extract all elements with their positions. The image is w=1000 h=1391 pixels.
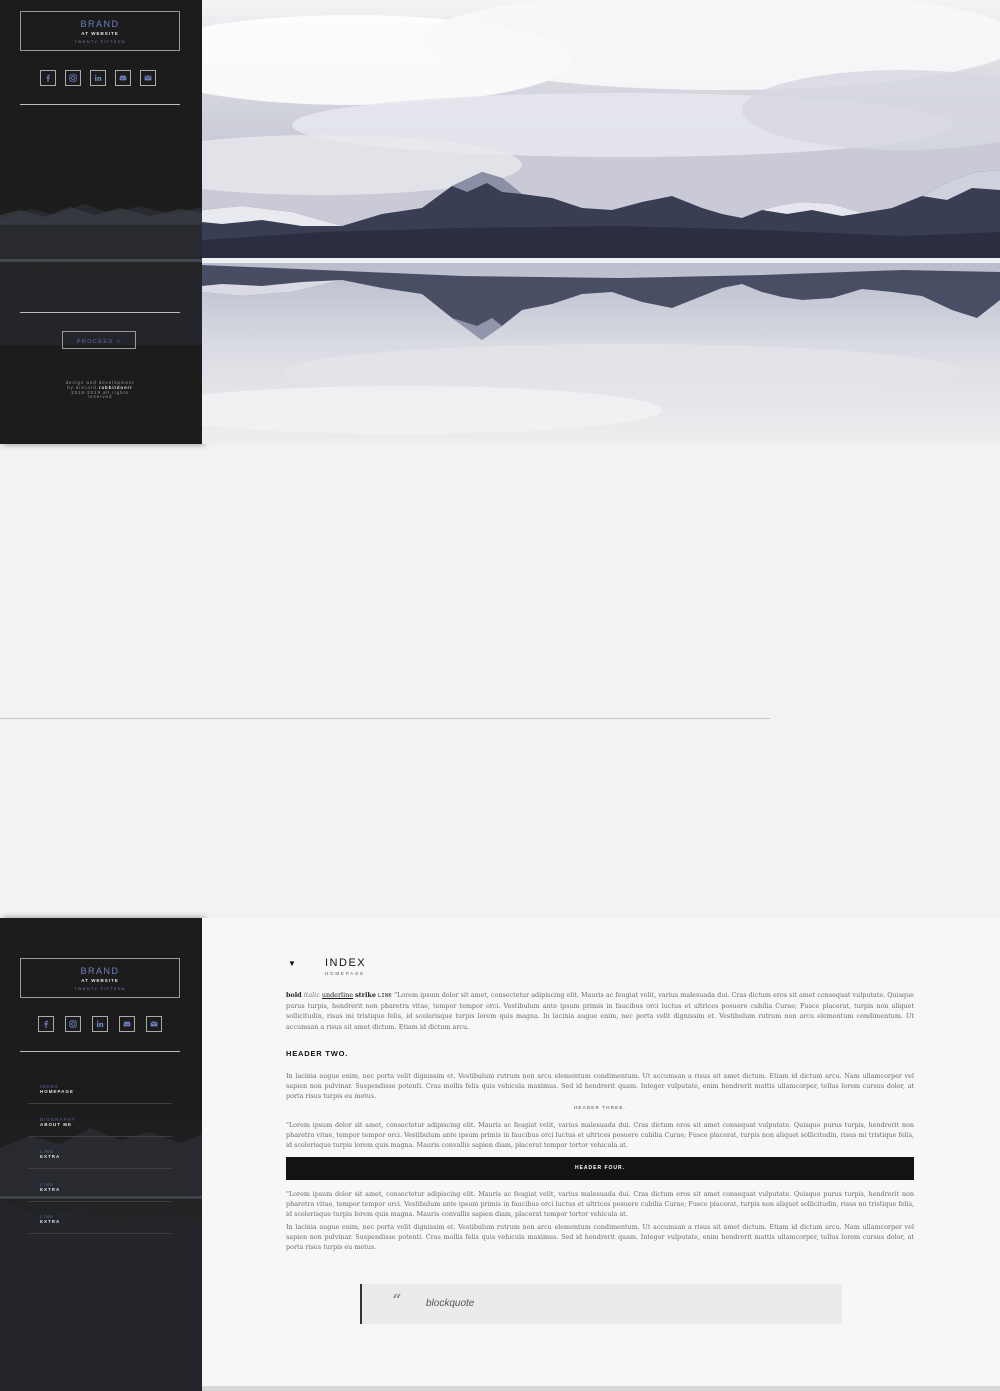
mail-icon[interactable] (140, 70, 156, 86)
linkedin-icon[interactable] (92, 1016, 108, 1032)
nav-item-sublabel: EXTRA (40, 1187, 61, 1192)
sidebar-landscape-image (0, 195, 202, 345)
blockquote: “ blockquote (360, 1284, 842, 1324)
blockquote-text: blockquote (426, 1298, 475, 1309)
brand-year: - TWENTY FIFTEEN - (69, 39, 131, 44)
instagram-icon[interactable] (65, 1016, 81, 1032)
page-subtitle: HOMEPAGE (325, 971, 366, 976)
intro-paragraph: bold italic underline strike LINK "Lorem… (286, 990, 914, 1032)
paragraph-three: "Lorem ipsum dolor sit amet, consectetur… (286, 1121, 914, 1150)
hero-sidebar: BRAND AT WEBSITE - TWENTY FIFTEEN - PROC… (0, 0, 202, 444)
facebook-icon[interactable] (38, 1016, 54, 1032)
divider-top (20, 104, 180, 105)
brand-box: BRAND AT WEBSITE - TWENTY FIFTEEN - (20, 11, 180, 51)
nav-item-link-3[interactable]: LINK EXTRA (28, 1201, 172, 1234)
bold-sample: bold (286, 991, 302, 999)
discord-icon[interactable] (115, 70, 131, 86)
linkedin-icon[interactable] (90, 70, 106, 86)
header-four: HEADER FOUR. (286, 1157, 914, 1180)
paragraph-five: In lacinia augue enim, nec porta velit d… (286, 1223, 914, 1252)
nav-item-index[interactable]: INDEX HOMEPAGE (28, 1071, 172, 1104)
header-two: HEADER TWO. (286, 1049, 349, 1058)
paragraph-two: In lacinia augue enim, nec porta velit d… (286, 1072, 914, 1101)
brand-subtitle: AT WEBSITE (81, 978, 119, 983)
hero-landscape-image (202, 0, 1000, 444)
main-content: ▼ INDEX HOMEPAGE bold italic underline s… (202, 918, 1000, 1391)
italic-sample: italic (303, 991, 320, 999)
brand-year: - TWENTY FIFTEEN - (69, 986, 131, 991)
nav-item-sublabel: ABOUT ME (40, 1122, 72, 1127)
strike-sample: strike (355, 991, 376, 999)
nav-item-sublabel: HOMEPAGE (40, 1089, 74, 1094)
page-title: INDEX (325, 957, 367, 969)
mail-icon[interactable] (146, 1016, 162, 1032)
instagram-icon[interactable] (65, 70, 81, 86)
nav-item-link-2[interactable]: LINK EXTRA (28, 1169, 172, 1202)
nav-item-sublabel: EXTRA (40, 1219, 61, 1224)
quote-mark-icon: “ (392, 1291, 402, 1312)
brand-box: BRAND AT WEBSITE - TWENTY FIFTEEN - (20, 958, 180, 998)
collapse-arrow-icon[interactable]: ▼ (288, 959, 296, 968)
credits: design and development by discord rabbit… (30, 380, 170, 400)
section-divider (0, 718, 770, 719)
scroll-edge (202, 1386, 1000, 1391)
brand-title: BRAND (80, 966, 120, 976)
paragraph-four: "Lorem ipsum dolor sit amet, consectetur… (286, 1190, 914, 1219)
header-three: HEADER THREE. (573, 1105, 627, 1110)
brand-title: BRAND (80, 19, 120, 29)
link-sample[interactable]: LINK (378, 993, 392, 999)
nav-item-sublabel: EXTRA (40, 1154, 61, 1159)
divider-bottom (20, 312, 180, 313)
page-sidebar: BRAND AT WEBSITE - TWENTY FIFTEEN - INDE… (0, 918, 202, 1391)
facebook-icon[interactable] (40, 70, 56, 86)
social-links (38, 1016, 162, 1032)
discord-icon[interactable] (119, 1016, 135, 1032)
nav-item-biography[interactable]: BIOGRAPHY ABOUT ME (28, 1104, 172, 1137)
nav-item-link-1[interactable]: LINK EXTRA (28, 1136, 172, 1169)
underline-sample: underline (321, 991, 354, 999)
credits-line-4: reserved (87, 394, 113, 400)
divider-top (20, 1051, 180, 1052)
brand-subtitle: AT WEBSITE (81, 31, 119, 36)
social-links (40, 70, 156, 86)
proceed-button[interactable]: PROCEED » (62, 331, 136, 349)
